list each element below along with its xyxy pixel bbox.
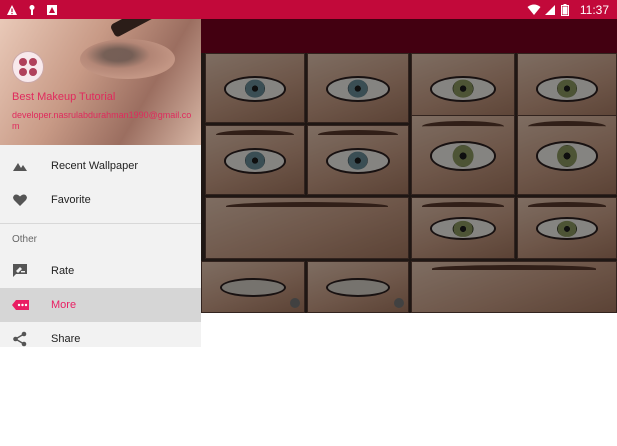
photo-icon	[46, 4, 58, 16]
heart-icon	[12, 192, 28, 208]
menu-item-label: Favorite	[51, 194, 91, 206]
drawer-header: Best Makeup Tutorial developer.nasrulabd…	[0, 19, 201, 145]
drawer-menu: Recent Wallpaper Favorite Other Rate Mor…	[0, 145, 201, 347]
drawer-developer-email: developer.nasrulabdurahman1990@gmail.com	[12, 110, 192, 131]
more-tag-icon	[12, 297, 29, 313]
menu-item-more[interactable]: More	[0, 288, 201, 322]
menu-item-rate[interactable]: Rate	[0, 254, 201, 288]
header-brush-decoration	[109, 19, 161, 38]
share-icon	[12, 331, 28, 347]
status-right-icons: 11:37	[527, 3, 609, 17]
bottom-sheet	[201, 313, 617, 446]
app-logo	[12, 51, 44, 83]
key-icon	[26, 4, 38, 16]
signal-icon	[544, 4, 556, 16]
rate-review-icon	[12, 263, 28, 279]
battery-icon	[560, 3, 573, 16]
screen: 11:37 Best Makeup Tutorial developer.nas…	[0, 0, 617, 446]
menu-item-share[interactable]: Share	[0, 322, 201, 347]
menu-item-label: Recent Wallpaper	[51, 160, 139, 172]
warning-icon	[6, 4, 18, 16]
wifi-icon	[527, 4, 541, 16]
status-left-icons	[6, 4, 58, 16]
header-background-image	[80, 39, 175, 79]
status-bar: 11:37	[0, 0, 617, 19]
menu-item-label: Rate	[51, 265, 75, 277]
menu-item-label: Share	[51, 333, 81, 345]
status-time: 11:37	[579, 2, 609, 17]
navigation-drawer: Best Makeup Tutorial developer.nasrulabd…	[0, 19, 201, 347]
menu-item-recent-wallpaper[interactable]: Recent Wallpaper	[0, 149, 201, 183]
menu-item-label: More	[51, 299, 77, 311]
drawer-app-title: Best Makeup Tutorial	[12, 91, 116, 103]
drawer-scrim[interactable]	[201, 19, 617, 313]
menu-item-favorite[interactable]: Favorite	[0, 183, 201, 217]
section-header-other: Other	[12, 233, 38, 245]
landscape-icon	[12, 158, 28, 174]
